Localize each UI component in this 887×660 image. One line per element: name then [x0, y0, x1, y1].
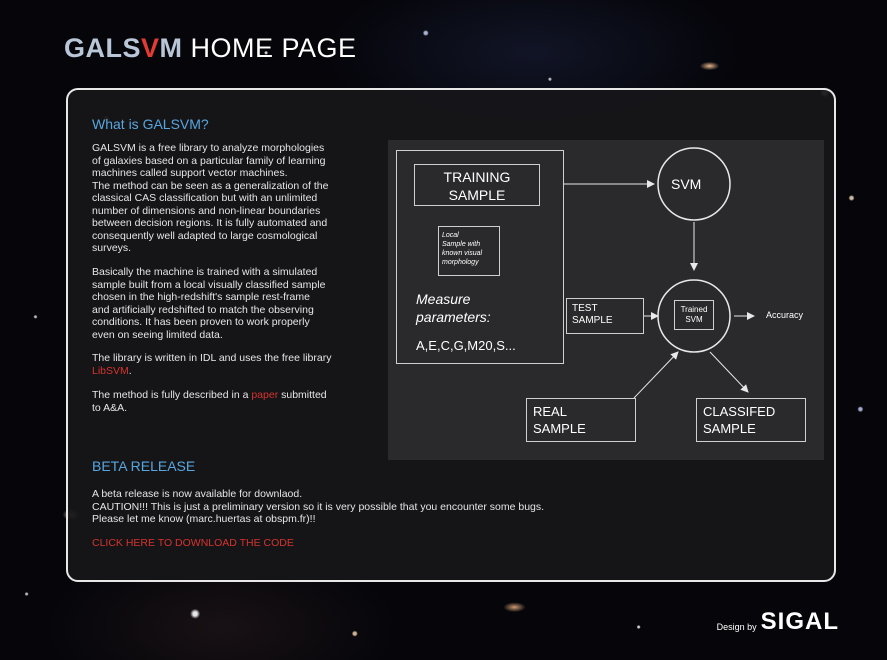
library-paragraph: The library is written in IDL and uses t… — [92, 352, 332, 377]
local-sample-box: Local Sample with known visual morpholog… — [438, 226, 500, 276]
measure-parameters-label: Measure parameters: — [416, 291, 491, 325]
accuracy-label: Accuracy — [766, 310, 804, 320]
training-sample-box: TRAINING SAMPLE — [414, 164, 540, 206]
classified-sample-box: CLASSIFED SAMPLE — [696, 398, 806, 442]
libsvm-link[interactable]: LibSVM — [92, 365, 129, 377]
what-is-heading: What is GALSVM? — [92, 116, 209, 132]
design-credit: Design by SIGAL — [717, 608, 839, 636]
design-by-label: Design by — [716, 622, 757, 632]
beta-release-heading: BETA RELEASE — [92, 458, 196, 474]
galsvm-workflow-diagram: TRAINING SAMPLE Local Sample with known … — [388, 140, 824, 460]
main-content-panel: What is GALSVM? GALSVM is a free library… — [66, 88, 836, 582]
training-paragraph: Basically the machine is trained with a … — [92, 266, 326, 341]
beta-release-text: A beta release is now available for down… — [92, 488, 545, 525]
site-header: GALSVM HOME PAGE — [64, 28, 357, 68]
test-sample-box: TEST SAMPLE — [566, 298, 644, 334]
download-code-link[interactable]: CLICK HERE TO DOWNLOAD THE CODE — [92, 537, 294, 550]
intro-paragraph: GALSVM is a free library to analyze morp… — [92, 142, 329, 254]
sigal-logo[interactable]: SIGAL — [761, 608, 839, 636]
real-sample-box: REAL SAMPLE — [526, 398, 636, 442]
svm-label: SVM — [671, 176, 702, 192]
paper-paragraph: The method is fully described in a paper… — [92, 389, 327, 414]
parameters-list: A,E,C,G,M20,S... — [416, 338, 516, 353]
trained-svm-box: Trained SVM — [674, 300, 714, 330]
logo-galsvm[interactable]: GALSVM — [64, 33, 183, 64]
page-title: HOME PAGE — [190, 32, 357, 63]
paper-link[interactable]: paper — [251, 389, 278, 401]
